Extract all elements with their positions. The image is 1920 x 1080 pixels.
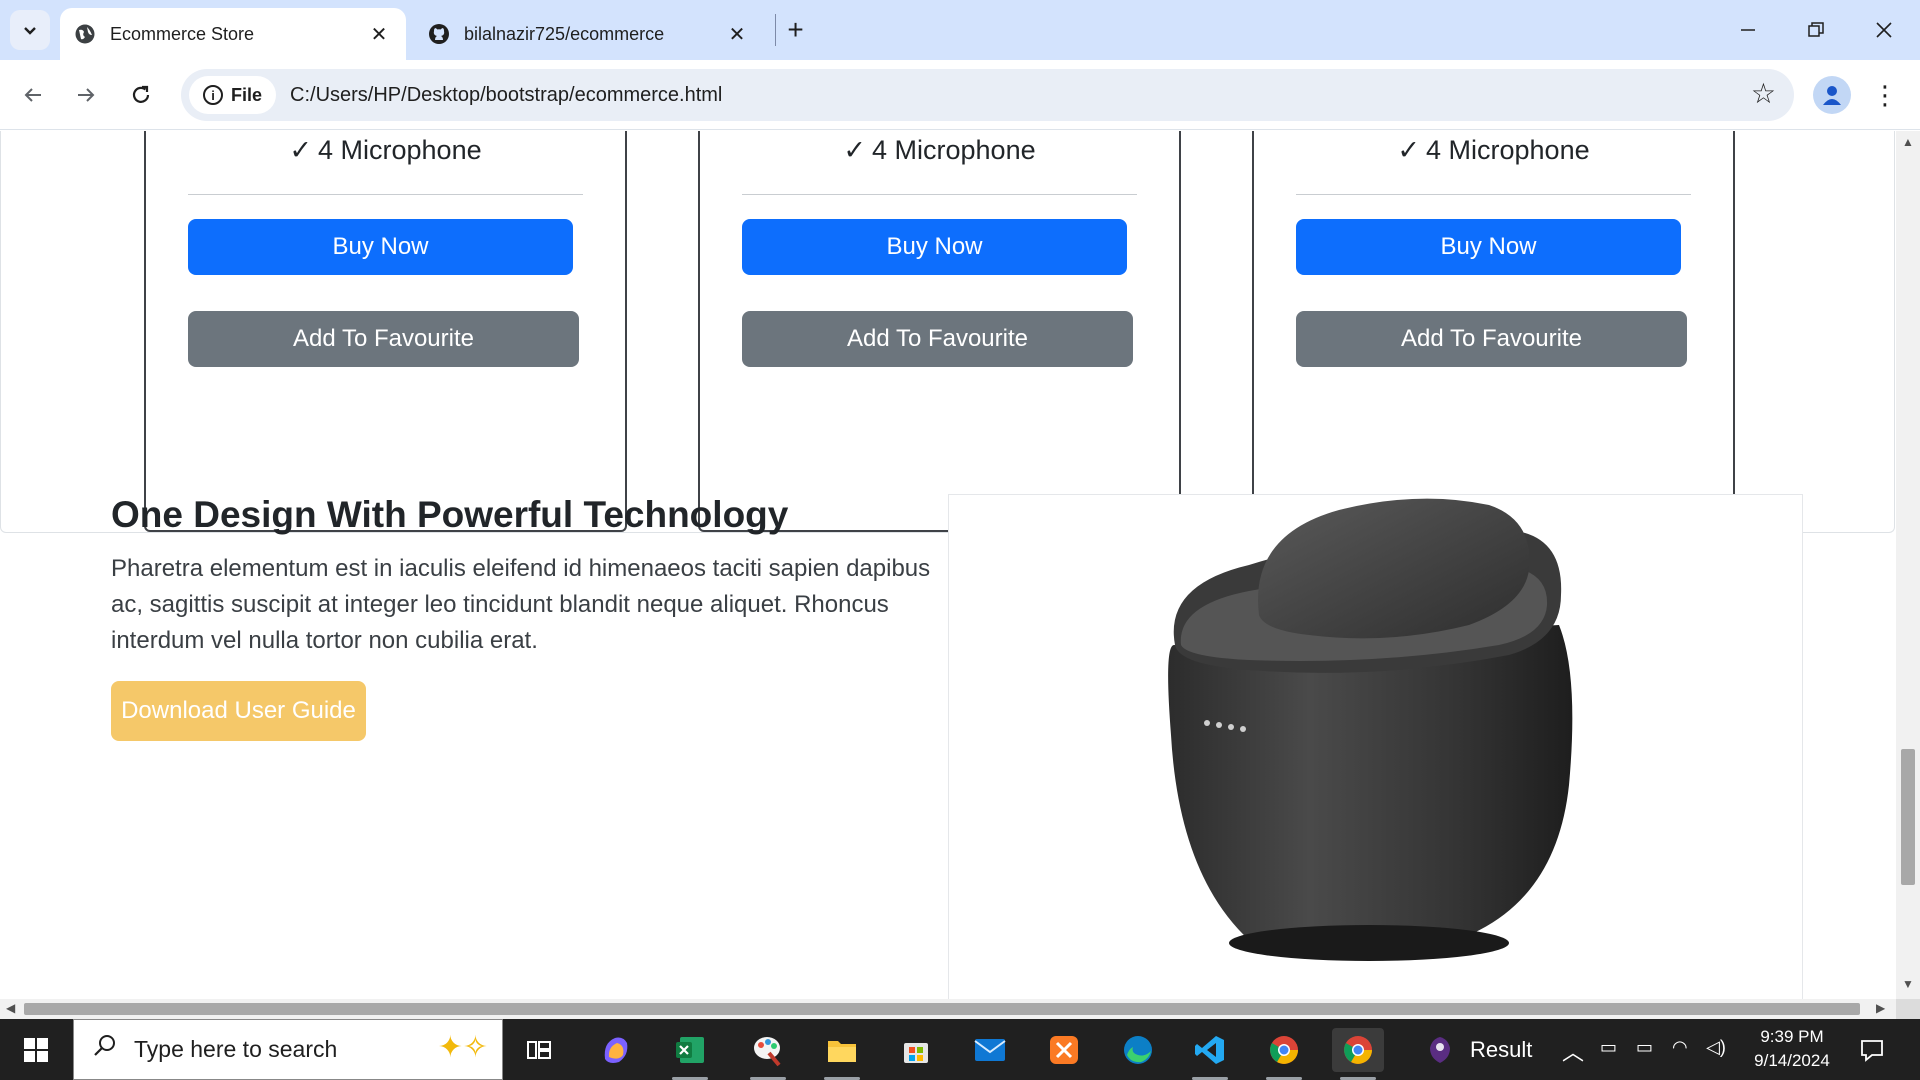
file-explorer-icon[interactable] [816, 1028, 868, 1080]
windows-taskbar: Type here to search ✦✧ Result ︿ ▭ ▭ ◠ ◁)… [0, 1019, 1920, 1080]
copilot-icon[interactable] [590, 1028, 642, 1072]
github-icon [428, 23, 450, 45]
buy-now-button[interactable]: Buy Now [1296, 219, 1681, 275]
site-info-chip[interactable]: i File [189, 76, 277, 114]
tab-title: Ecommerce Store [110, 23, 255, 44]
back-arrow-icon[interactable] [13, 75, 53, 115]
edge-icon[interactable] [1112, 1028, 1164, 1072]
site-chip-label: File [231, 84, 263, 105]
volume-icon[interactable]: ◁) [1706, 1037, 1726, 1058]
product-card: ✓ 4 Microphone Buy Now Add To Favourite [1252, 131, 1735, 532]
excel-icon[interactable] [664, 1028, 716, 1080]
info-icon: i [203, 85, 223, 105]
feature-text: 4 Microphone [872, 135, 1036, 165]
reload-icon[interactable] [121, 75, 161, 115]
add-to-favourite-button[interactable]: Add To Favourite [188, 311, 579, 367]
bookmark-star-icon[interactable]: ☆ [1751, 77, 1776, 110]
scroll-down-arrow-icon[interactable]: ▼ [1902, 977, 1914, 991]
feature-description: Pharetra elementum est in iaculis eleife… [111, 555, 931, 654]
tab-github-ecommerce[interactable]: bilalnazir725/ecommerce ✕ [414, 8, 764, 60]
chrome-icon[interactable] [1258, 1028, 1310, 1080]
close-tab-icon[interactable]: ✕ [366, 21, 392, 47]
notifications-icon[interactable] [1846, 1028, 1898, 1072]
vertical-scroll-thumb[interactable] [1901, 749, 1915, 885]
tab-search-dropdown-button[interactable] [10, 10, 50, 50]
page-viewport: ✓ 4 Microphone Buy Now Add To Favourite ✓… [0, 131, 1896, 999]
feature-heading: One Design With Powerful Technology [111, 494, 789, 535]
microsoft-store-icon[interactable] [890, 1028, 942, 1072]
profile-avatar-icon[interactable] [1813, 76, 1851, 114]
meet-now-icon[interactable]: ▭ [1600, 1037, 1617, 1058]
smart-speaker-image [1168, 498, 1573, 961]
add-to-favourite-button[interactable]: Add To Favourite [742, 311, 1133, 367]
chevron-down-icon [24, 27, 36, 35]
copilot-sparkle-icon: ✦✧ [437, 1031, 488, 1064]
restore-icon[interactable] [1784, 8, 1848, 52]
scroll-left-arrow-icon[interactable]: ◀ [6, 1001, 15, 1015]
minimize-icon[interactable] [1716, 8, 1780, 52]
product-card: ✓ 4 Microphone Buy Now Add To Favourite [144, 131, 627, 532]
feature-line: ✓ 4 Microphone [700, 135, 1179, 166]
windows-start-icon[interactable] [14, 1031, 58, 1069]
search-placeholder: Type here to search [134, 1036, 338, 1062]
forward-arrow-icon[interactable] [66, 75, 106, 115]
mail-icon[interactable] [964, 1028, 1016, 1072]
vscode-icon[interactable] [1184, 1028, 1236, 1080]
product-image-frame [948, 494, 1803, 999]
scrollbar-corner [1896, 999, 1920, 1019]
tab-ecommerce-store[interactable]: Ecommerce Store ✕ [60, 8, 406, 60]
clock-time: 9:39 PM [1760, 1027, 1824, 1046]
divider [1296, 194, 1691, 195]
wifi-icon[interactable]: ◠ [1672, 1037, 1688, 1058]
close-tab-icon[interactable]: ✕ [724, 21, 750, 47]
download-user-guide-button[interactable]: Download User Guide [111, 681, 366, 741]
result-widget-label[interactable]: Result [1470, 1037, 1532, 1063]
paint-icon[interactable] [742, 1028, 794, 1080]
browser-toolbar: i File C:/Users/HP/Desktop/bootstrap/eco… [0, 60, 1920, 130]
search-icon [92, 1033, 118, 1066]
tab-title: bilalnazir725/ecommerce [464, 23, 665, 44]
close-window-icon[interactable] [1852, 8, 1916, 52]
show-hidden-icons-chevron-icon[interactable]: ︿ [1562, 1035, 1584, 1067]
buy-now-button[interactable]: Buy Now [188, 219, 573, 275]
browser-tab-bar: Ecommerce Store ✕ bilalnazir725/ecommerc… [0, 0, 1920, 60]
chrome-active-icon[interactable] [1332, 1028, 1384, 1080]
check-icon: ✓ [843, 135, 866, 165]
clock-date: 9/14/2024 [1754, 1051, 1830, 1070]
divider [188, 194, 583, 195]
horizontal-scrollbar[interactable]: ◀ ▶ [0, 999, 1896, 1019]
check-icon: ✓ [289, 135, 312, 165]
vertical-scrollbar[interactable]: ▲ ▼ [1896, 131, 1920, 999]
address-bar[interactable]: i File C:/Users/HP/Desktop/bootstrap/eco… [181, 69, 1794, 121]
new-tab-button[interactable]: + [775, 14, 815, 46]
feature-line: ✓ 4 Microphone [146, 135, 625, 166]
premier-league-icon[interactable] [1414, 1028, 1466, 1072]
buy-now-button[interactable]: Buy Now [742, 219, 1127, 275]
feature-line: ✓ 4 Microphone [1254, 135, 1733, 166]
globe-icon [74, 23, 96, 45]
product-card: ✓ 4 Microphone Buy Now Add To Favourite [698, 131, 1181, 532]
add-to-favourite-button[interactable]: Add To Favourite [1296, 311, 1687, 367]
more-menu-icon[interactable]: ⋮ [1870, 76, 1900, 114]
task-view-icon[interactable] [513, 1028, 565, 1072]
divider [742, 194, 1137, 195]
scroll-up-arrow-icon[interactable]: ▲ [1902, 135, 1914, 149]
horizontal-scroll-thumb[interactable] [24, 1003, 1860, 1015]
feature-text: 4 Microphone [1426, 135, 1590, 165]
check-icon: ✓ [1397, 135, 1420, 165]
clock[interactable]: 9:39 PM 9/14/2024 [1742, 1025, 1842, 1073]
taskbar-search-box[interactable]: Type here to search ✦✧ [73, 1019, 503, 1080]
scroll-right-arrow-icon[interactable]: ▶ [1876, 1001, 1885, 1015]
feature-text: 4 Microphone [318, 135, 482, 165]
xampp-icon[interactable] [1038, 1028, 1090, 1072]
battery-icon[interactable]: ▭ [1636, 1037, 1653, 1058]
url-text[interactable]: C:/Users/HP/Desktop/bootstrap/ecommerce.… [290, 84, 722, 107]
